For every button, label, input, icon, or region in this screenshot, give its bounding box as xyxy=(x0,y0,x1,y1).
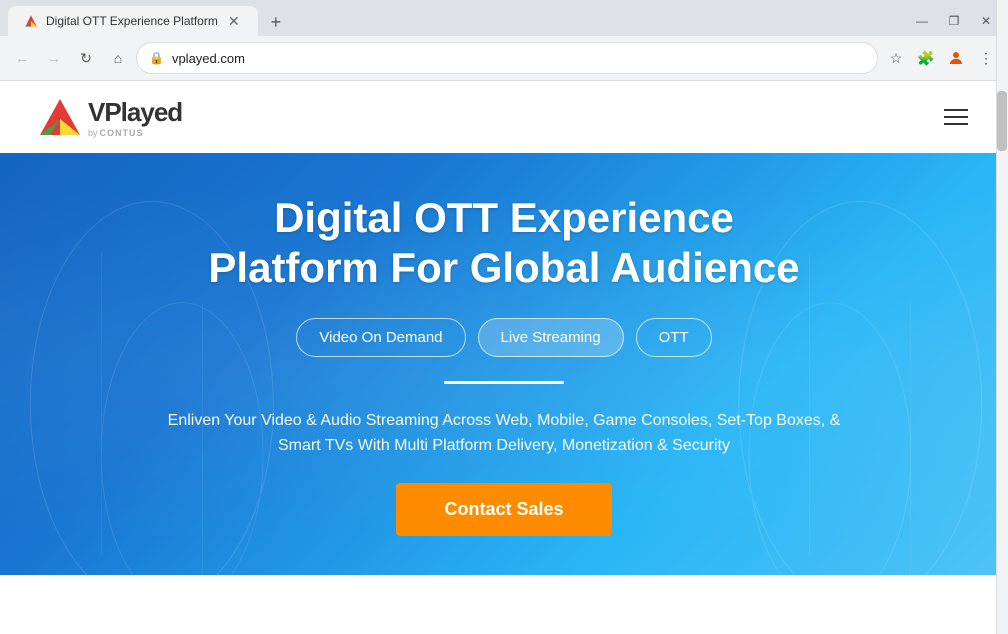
refresh-icon: ↻ xyxy=(80,50,92,67)
lock-icon: 🔒 xyxy=(149,51,164,65)
bookmark-button[interactable]: ☆ xyxy=(882,44,910,72)
home-icon: ⌂ xyxy=(114,50,122,66)
hero-content: Digital OTT Experience Platform For Glob… xyxy=(164,193,844,536)
site-navbar: VPlayed by CONTUS xyxy=(0,81,1008,153)
forward-icon: → xyxy=(47,50,61,66)
forward-button[interactable]: → xyxy=(40,44,68,72)
page-content: VPlayed by CONTUS xyxy=(0,81,1008,575)
scrollbar[interactable] xyxy=(996,0,1008,634)
hamburger-menu-button[interactable] xyxy=(944,109,968,125)
toolbar: ← → ↻ ⌂ 🔒 vplayed.com ☆ 🧩 xyxy=(0,36,1008,80)
logo-icon xyxy=(40,99,80,135)
home-button[interactable]: ⌂ xyxy=(104,44,132,72)
back-button[interactable]: ← xyxy=(8,44,36,72)
tab-live-streaming[interactable]: Live Streaming xyxy=(478,318,624,357)
new-tab-button[interactable]: + xyxy=(262,8,290,36)
logo-by: by xyxy=(88,128,98,138)
bookmark-icon: ☆ xyxy=(890,50,903,67)
hamburger-line-3 xyxy=(944,123,968,125)
logo-area: VPlayed by CONTUS xyxy=(40,97,182,138)
toolbar-actions: ☆ 🧩 ⋮ xyxy=(882,44,1000,72)
hero-description: Enliven Your Video & Audio Streaming Acr… xyxy=(164,408,844,459)
tab-close-button[interactable]: ✕ xyxy=(226,13,242,29)
active-tab[interactable]: Digital OTT Experience Platform ✕ xyxy=(8,6,258,36)
url-text: vplayed.com xyxy=(172,51,865,66)
tab-title: Digital OTT Experience Platform xyxy=(46,14,218,28)
tab-favicon xyxy=(24,14,38,28)
tab-area: Digital OTT Experience Platform ✕ + xyxy=(8,6,908,36)
hero-section: Digital OTT Experience Platform For Glob… xyxy=(0,153,1008,575)
address-bar[interactable]: 🔒 vplayed.com xyxy=(136,42,878,74)
maximize-button[interactable]: ❐ xyxy=(940,7,968,35)
profile-button[interactable] xyxy=(942,44,970,72)
hero-tab-underline xyxy=(444,381,564,384)
browser-chrome: Digital OTT Experience Platform ✕ + — ❐ … xyxy=(0,0,1008,81)
back-icon: ← xyxy=(15,50,29,66)
profile-icon xyxy=(947,49,965,67)
refresh-button[interactable]: ↻ xyxy=(72,44,100,72)
logo-contus: CONTUS xyxy=(100,128,144,138)
logo-text: VPlayed by CONTUS xyxy=(88,97,182,138)
contact-sales-button[interactable]: Contact Sales xyxy=(396,483,611,536)
scrollbar-thumb[interactable] xyxy=(997,91,1007,151)
hamburger-line-2 xyxy=(944,116,968,118)
minimize-button[interactable]: — xyxy=(908,7,936,35)
hero-title: Digital OTT Experience Platform For Glob… xyxy=(208,193,799,294)
tab-video-on-demand[interactable]: Video On Demand xyxy=(296,318,465,357)
hamburger-line-1 xyxy=(944,109,968,111)
title-bar: Digital OTT Experience Platform ✕ + — ❐ … xyxy=(0,0,1008,36)
hero-tabs: Video On Demand Live Streaming OTT xyxy=(296,318,711,357)
window-controls: — ❐ ✕ xyxy=(908,7,1000,35)
tab-ott[interactable]: OTT xyxy=(636,318,712,357)
extensions-icon: 🧩 xyxy=(917,50,934,67)
extensions-button[interactable]: 🧩 xyxy=(912,44,940,72)
chrome-menu-icon: ⋮ xyxy=(979,50,993,67)
logo-vplayed-text: VPlayed xyxy=(88,97,182,128)
